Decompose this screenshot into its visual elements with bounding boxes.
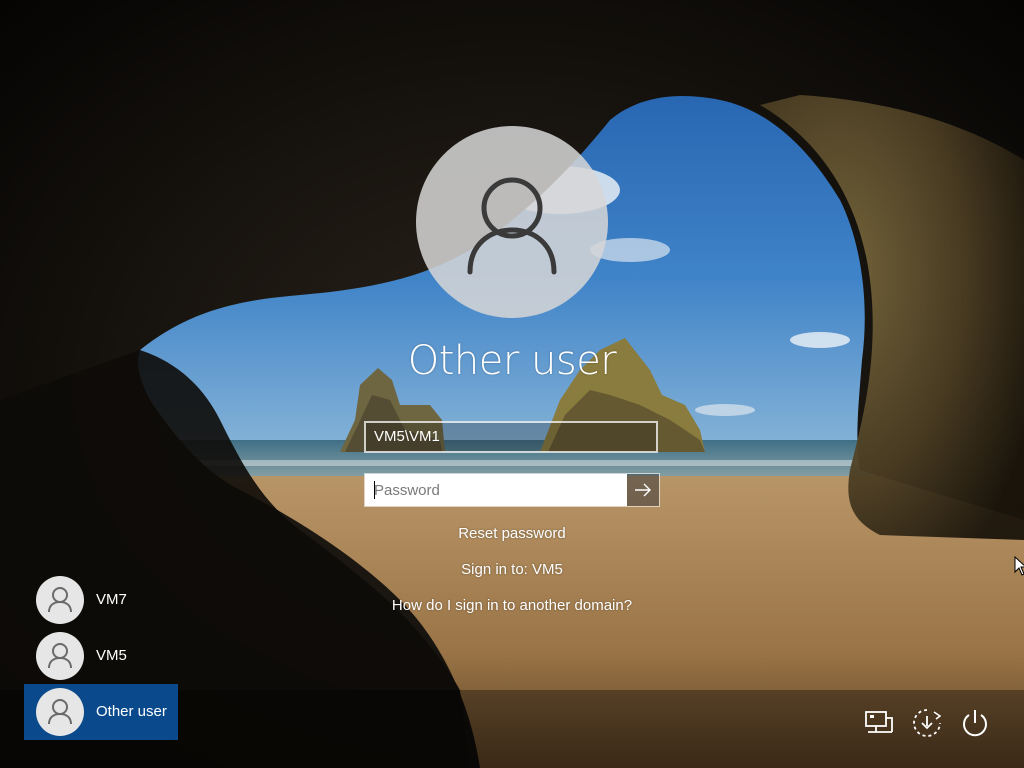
account-avatar	[36, 688, 84, 736]
ease-of-access-icon[interactable]	[910, 706, 944, 740]
person-icon	[48, 587, 72, 613]
account-vm5[interactable]: VM5	[24, 628, 178, 684]
account-label: VM5	[96, 647, 127, 664]
account-other-user[interactable]: Other user	[24, 684, 178, 740]
network-icon[interactable]	[862, 706, 896, 740]
reset-password-link[interactable]: Reset password	[312, 525, 712, 542]
power-icon[interactable]	[958, 706, 992, 740]
user-avatar	[416, 126, 608, 318]
sign-in-to-label: Sign in to: VM5	[461, 561, 563, 578]
person-icon	[48, 699, 72, 725]
account-label: Other user	[96, 703, 167, 720]
person-icon	[48, 643, 72, 669]
account-avatar	[36, 576, 84, 624]
account-avatar	[36, 632, 84, 680]
account-vm7[interactable]: VM7	[24, 572, 178, 628]
arrow-right-icon	[635, 483, 651, 497]
password-input[interactable]	[365, 474, 627, 506]
account-label: VM7	[96, 591, 127, 608]
password-box	[364, 473, 660, 507]
user-display-name: Other user	[407, 338, 617, 384]
text-caret	[374, 481, 375, 499]
username-field[interactable]: VM5\VM1	[364, 421, 658, 453]
mouse-pointer-icon	[1014, 556, 1024, 576]
another-domain-link[interactable]: How do I sign in to another domain?	[312, 597, 712, 614]
submit-button[interactable]	[627, 474, 659, 506]
person-icon	[467, 177, 557, 275]
